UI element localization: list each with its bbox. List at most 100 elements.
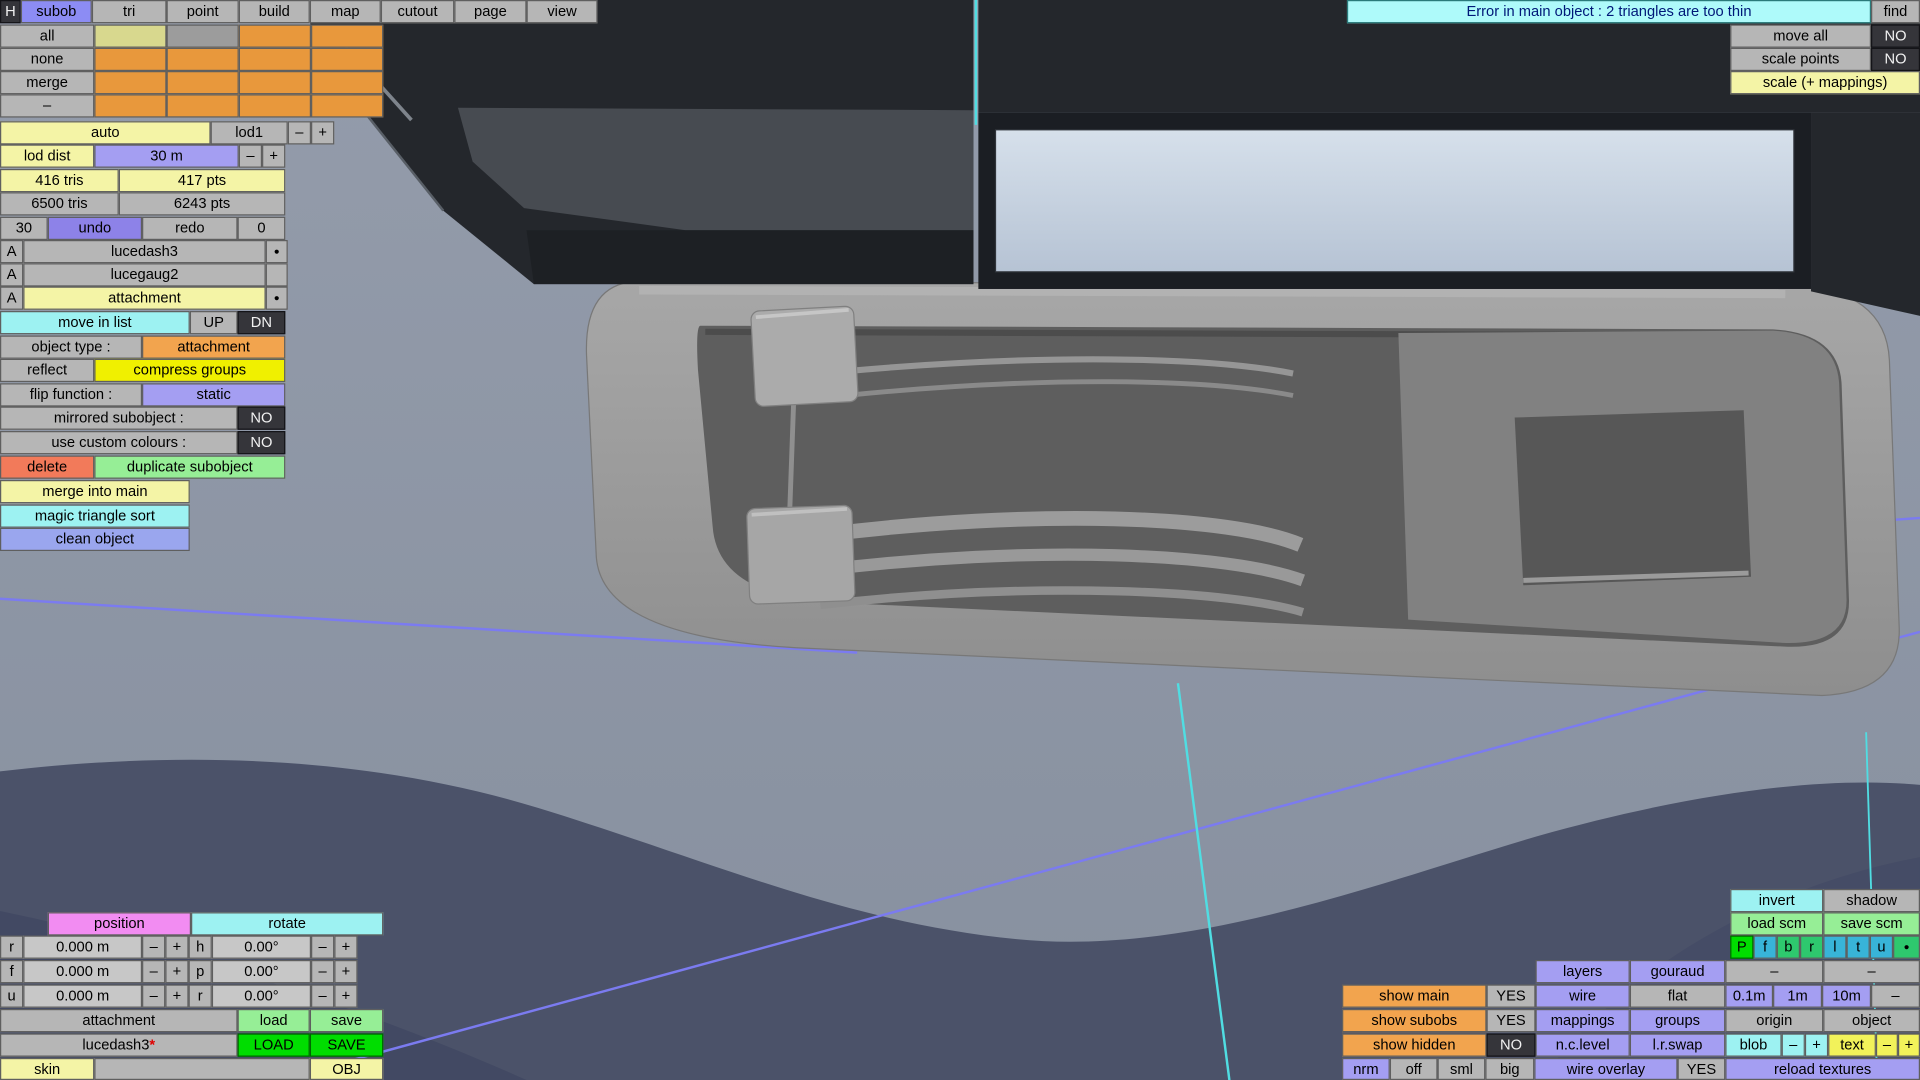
texture-grid-cell[interactable] [239,48,311,71]
delete-button[interactable]: delete [0,456,94,479]
scale-points-toggle[interactable]: NO [1871,48,1920,71]
select-all-button[interactable]: all [0,24,94,47]
texture-grid-cell[interactable] [239,24,311,47]
dash-button[interactable]: – [1725,960,1823,983]
move-up-button[interactable]: UP [190,311,238,334]
move-down-button[interactable]: DN [238,311,286,334]
select-none-button[interactable]: none [0,48,94,71]
show-hidden-toggle[interactable]: NO [1487,1033,1536,1056]
groups-button[interactable]: groups [1630,1009,1726,1032]
shadow-button[interactable]: shadow [1823,889,1920,912]
wire-overlay-toggle[interactable]: YES [1678,1058,1726,1080]
find-button[interactable]: find [1871,0,1920,23]
mirrored-subobject-toggle[interactable]: NO [238,407,286,430]
invert-button[interactable]: invert [1730,889,1823,912]
custom-colours-toggle[interactable]: NO [238,431,286,454]
dash-button[interactable]: – [1871,984,1920,1007]
reflect-button[interactable]: reflect [0,359,94,382]
load-scm-button[interactable]: load scm [1730,912,1823,935]
position-value[interactable]: 0.000 m [23,984,142,1007]
select-merge-button[interactable]: merge [0,71,94,94]
text-plus-button[interactable]: + [1898,1033,1920,1056]
texture-grid-cell[interactable] [167,94,239,117]
object-row-name-lucegaug2[interactable]: lucegaug2 [23,263,265,286]
position-plus-button[interactable]: + [165,960,188,983]
dash-button[interactable]: – [1823,960,1920,983]
magic-triangle-sort-button[interactable]: magic triangle sort [0,504,190,527]
save-file-button[interactable]: SAVE [310,1033,383,1056]
position-value[interactable]: 0.000 m [23,960,142,983]
texture-grid-cell[interactable] [94,24,166,47]
texture-grid-cell[interactable] [94,48,166,71]
lr-swap-button[interactable]: l.r.swap [1630,1033,1726,1056]
lod-dist-value[interactable]: 30 m [94,144,238,167]
save-button[interactable]: save [310,1009,383,1032]
auto-button[interactable]: auto [0,121,211,144]
object-button[interactable]: object [1823,1009,1920,1032]
blob-plus-button[interactable]: + [1805,1033,1828,1056]
grid-01m-button[interactable]: 0.1m [1725,984,1773,1007]
save-scm-button[interactable]: save scm [1823,912,1920,935]
rotate-plus-button[interactable]: + [334,960,357,983]
rotate-value[interactable]: 0.00° [212,960,311,983]
mappings-button[interactable]: mappings [1536,1009,1630,1032]
position-minus-button[interactable]: – [142,984,165,1007]
flat-button[interactable]: flat [1630,984,1726,1007]
show-hidden-button[interactable]: show hidden [1342,1033,1486,1056]
object-visibility-toggle[interactable] [266,263,288,286]
scale-points-button[interactable]: scale points [1730,48,1871,71]
nrm-button[interactable]: nrm [1342,1058,1390,1080]
texture-grid-cell[interactable] [167,48,239,71]
tab-tri[interactable]: tri [92,0,167,23]
wire-button[interactable]: wire [1536,984,1630,1007]
show-subobs-button[interactable]: show subobs [1342,1009,1486,1032]
flag-l-button[interactable]: l [1823,936,1846,959]
position-minus-button[interactable]: – [142,960,165,983]
rotate-plus-button[interactable]: + [334,984,357,1007]
flag-r-button[interactable]: r [1800,936,1823,959]
move-in-list-button[interactable]: move in list [0,311,190,334]
tab-subob[interactable]: subob [21,0,92,23]
tab-view[interactable]: view [527,0,598,23]
lod1-button[interactable]: lod1 [211,121,288,144]
text-button[interactable]: text [1828,1033,1876,1056]
merge-into-main-button[interactable]: merge into main [0,480,190,503]
clean-object-button[interactable]: clean object [0,528,190,551]
object-row-tag[interactable]: A [0,240,23,263]
object-row-tag[interactable]: A [0,263,23,286]
rotate-minus-button[interactable]: – [311,936,334,959]
rotate-minus-button[interactable]: – [311,984,334,1007]
texture-grid-cell[interactable] [239,94,311,117]
wire-overlay-button[interactable]: wire overlay [1534,1058,1677,1080]
duplicate-subobject-button[interactable]: duplicate subobject [94,456,285,479]
show-subobs-toggle[interactable]: YES [1487,1009,1536,1032]
grid-1m-button[interactable]: 1m [1773,984,1822,1007]
scale-mappings-button[interactable]: scale (+ mappings) [1730,71,1920,94]
lod-plus-button[interactable]: + [311,121,334,144]
texture-grid-cell[interactable] [239,71,311,94]
move-all-button[interactable]: move all [1730,24,1871,47]
layers-button[interactable]: layers [1536,960,1630,983]
rotate-plus-button[interactable]: + [334,936,357,959]
object-row-name-attachment-selected[interactable]: attachment [23,287,265,310]
obj-export-button[interactable]: OBJ [310,1058,383,1080]
flip-function-value[interactable]: static [142,383,285,406]
position-minus-button[interactable]: – [142,936,165,959]
texture-grid-cell[interactable] [94,71,166,94]
load-file-button[interactable]: LOAD [238,1033,310,1056]
nrm-off-button[interactable]: off [1390,1058,1438,1080]
object-visibility-toggle[interactable]: ● [266,240,288,263]
attachment-object-name[interactable]: lucedash3* [0,1033,238,1056]
tab-h[interactable]: H [0,0,21,23]
flag-u-button[interactable]: u [1870,936,1893,959]
lod-dist-minus-button[interactable]: – [239,144,262,167]
rotate-minus-button[interactable]: – [311,960,334,983]
flag-dot-button[interactable]: ● [1893,936,1920,959]
blob-minus-button[interactable]: – [1782,1033,1805,1056]
tab-point[interactable]: point [167,0,239,23]
flag-f-button[interactable]: f [1753,936,1776,959]
show-main-button[interactable]: show main [1342,984,1486,1007]
rotate-value[interactable]: 0.00° [212,984,311,1007]
object-row-tag[interactable]: A [0,287,23,310]
show-main-toggle[interactable]: YES [1487,984,1536,1007]
